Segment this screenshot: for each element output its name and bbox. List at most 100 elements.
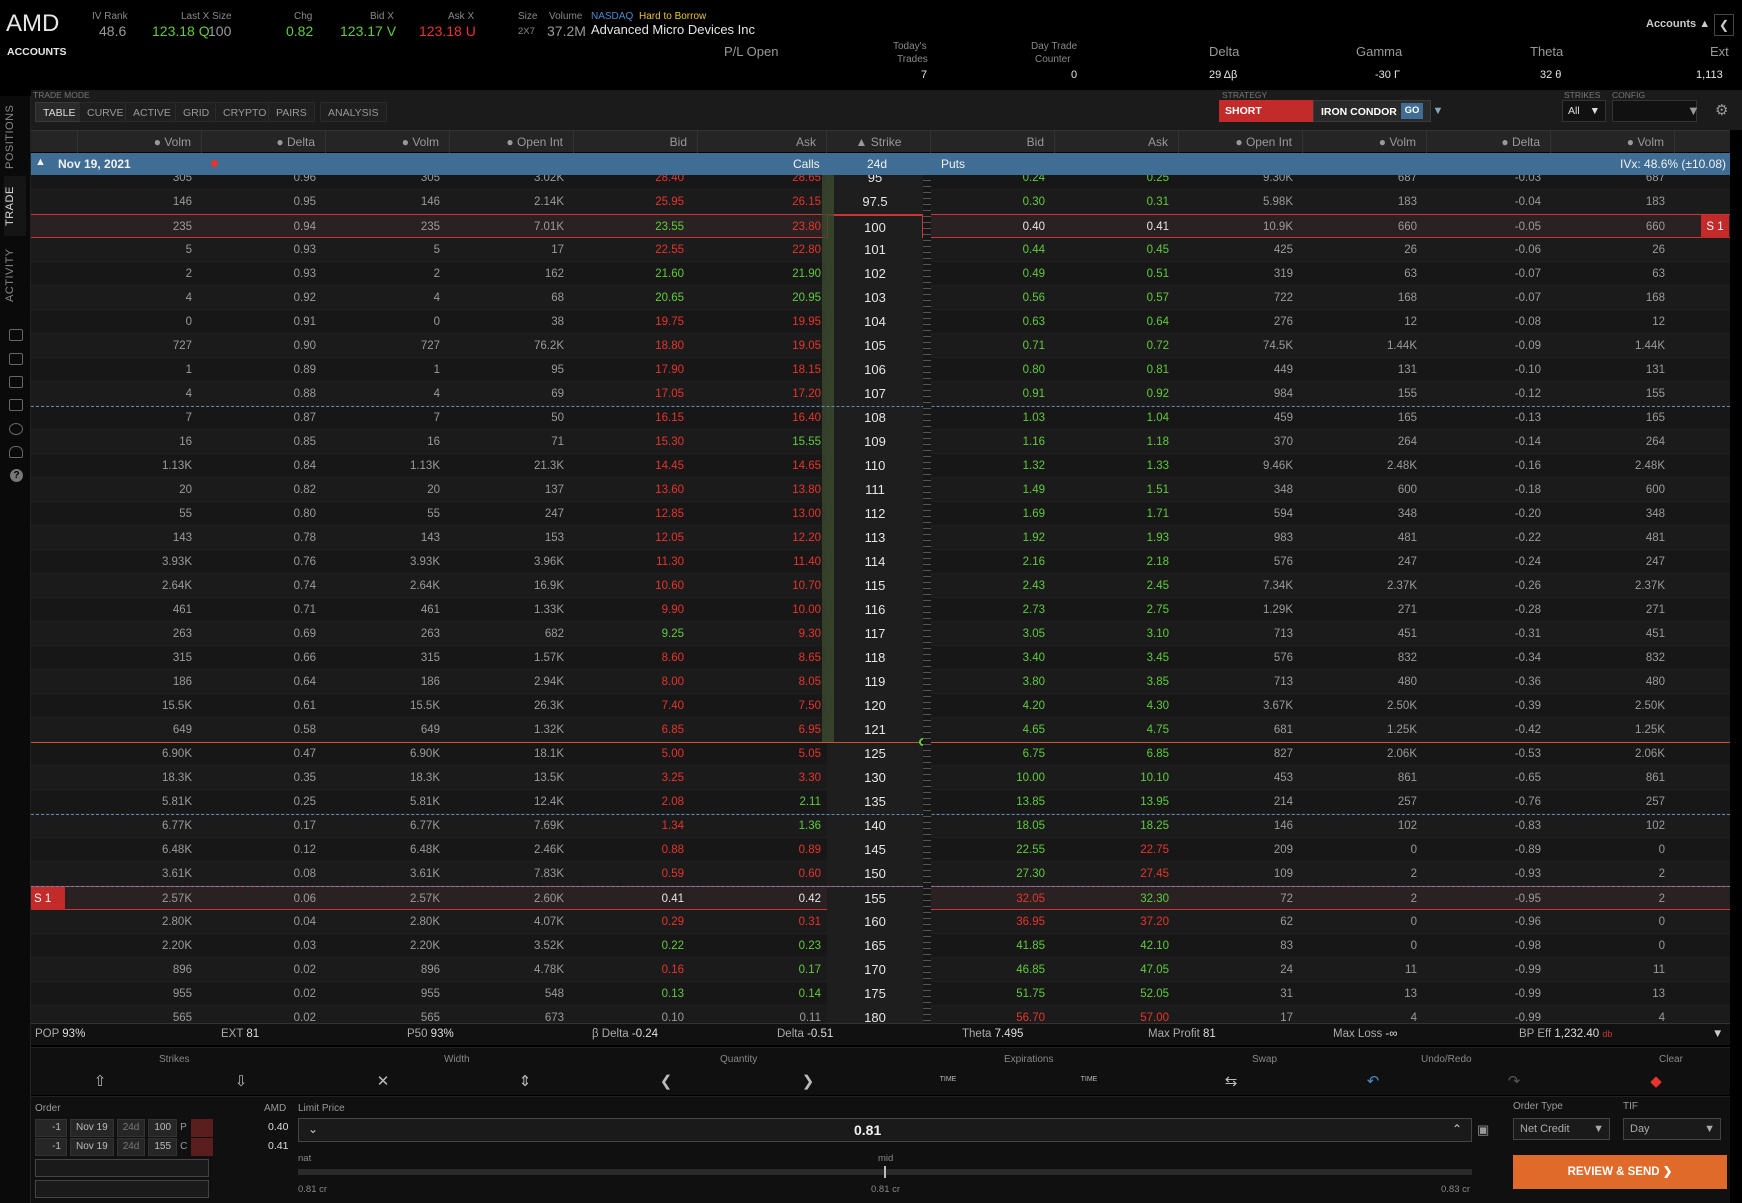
accounts-dropdown[interactable]: Accounts ▲	[1646, 18, 1710, 30]
col-put-volm-2[interactable]: ● Volm	[1551, 131, 1675, 153]
col-put-volm[interactable]: ● Volm	[1303, 131, 1427, 153]
strikes-up-icon[interactable]: ⇧	[90, 1072, 110, 1090]
col-call-ask[interactable]: Ask	[698, 131, 827, 153]
tif-select[interactable]: Day ▼	[1623, 1118, 1721, 1140]
chain-row[interactable]: 5.81K 0.25 5.81K 12.4K 2.08 2.11 135 13.85 13.95…	[31, 790, 1730, 814]
col-call-volm[interactable]: ● Volm	[78, 131, 202, 153]
side-short-button[interactable]: SHORT	[1219, 100, 1313, 122]
review-send-button[interactable]: REVIEW & SEND ❯	[1513, 1155, 1727, 1189]
chain-row[interactable]: 143 0.78 143 153 12.05 12.20 113 1.92 1.93 983 481…	[31, 526, 1730, 550]
users-icon[interactable]	[9, 446, 23, 458]
mode-pairs-button[interactable]: PAIRS	[268, 102, 315, 122]
leg-type[interactable]: C	[180, 1141, 187, 1152]
chain-row[interactable]: 649 0.58 649 1.32K 6.85 6.95 121 4.65 4.75 681 1.2…	[31, 718, 1730, 742]
grid-icon[interactable]	[9, 399, 23, 411]
order-leg-empty-1[interactable]	[35, 1159, 209, 1177]
col-call-bid[interactable]: Bid	[574, 131, 698, 153]
collapse-chevron-icon[interactable]: ▲	[35, 156, 46, 168]
width-expand-icon[interactable]: ⇕	[515, 1072, 535, 1090]
order-type-select[interactable]: Net Credit ▼	[1513, 1118, 1610, 1140]
price-up-icon[interactable]: ⌃	[1452, 1122, 1462, 1136]
eraser-icon[interactable]: ◆	[1646, 1072, 1666, 1090]
chain-row[interactable]: 235 0.94 235 7.01K 23.55 23.80 100 0.40 0.41 10.9…	[31, 214, 1730, 239]
mode-curve-button[interactable]: CURVE	[79, 102, 132, 122]
selected-leg-tag[interactable]: S 1	[1701, 215, 1729, 239]
mode-analysis-button[interactable]: ANALYSIS	[320, 102, 387, 122]
expiration-earlier-icon[interactable]: TIME	[938, 1076, 958, 1083]
chain-row[interactable]: 4 0.92 4 68 20.65 20.95 103 0.56 0.57 722 168 -0.07…	[31, 286, 1730, 310]
leg-expiration[interactable]: Nov 19	[70, 1138, 114, 1156]
leg-qty[interactable]: -1	[35, 1138, 67, 1156]
chain-row[interactable]: 896 0.02 896 4.78K 0.16 0.17 170 46.85 47.05 24 11…	[31, 958, 1730, 982]
leg-type[interactable]: P	[180, 1122, 187, 1133]
chain-row[interactable]: 3.61K 0.08 3.61K 7.83K 0.59 0.60 150 27.30 27.45…	[31, 862, 1730, 886]
chain-row[interactable]: 2.20K 0.03 2.20K 3.52K 0.22 0.23 165 41.85 42.10…	[31, 934, 1730, 958]
col-strike[interactable]: ▲ Strike	[827, 131, 931, 153]
tab-trade[interactable]: TRADE	[4, 176, 26, 236]
chain-row[interactable]: 6.90K 0.47 6.90K 18.1K 5.00 5.05 125 6.75 6.85 82…	[31, 742, 1730, 766]
quantity-decrease-icon[interactable]: ❮	[656, 1072, 676, 1090]
help-icon[interactable]: ?	[10, 469, 23, 482]
expiration-row[interactable]: ▲ Nov 19, 2021 Calls 24d Puts IVx: 48.6%…	[31, 153, 1730, 175]
col-call-delta[interactable]: ● Delta	[202, 131, 326, 153]
chain-row[interactable]: 2.64K 0.74 2.64K 16.9K 10.60 10.70 115 2.43 2.45…	[31, 574, 1730, 598]
chain-row[interactable]: 6.48K 0.12 6.48K 2.46K 0.88 0.89 145 22.55 22.75…	[31, 838, 1730, 862]
strikes-select[interactable]: All ▼	[1562, 100, 1606, 122]
undo-icon[interactable]: ↶	[1363, 1072, 1383, 1090]
order-leg[interactable]: -1 Nov 19 24d 155 C	[35, 1138, 216, 1156]
folder-icon[interactable]	[9, 353, 23, 365]
col-put-delta[interactable]: ● Delta	[1427, 131, 1551, 153]
selected-leg-tag[interactable]: S 1	[31, 887, 65, 911]
expand-chevron-icon[interactable]: ▼	[1712, 1028, 1723, 1040]
chain-row[interactable]: 955 0.02 955 548 0.13 0.14 175 51.75 52.05 31 13 -0…	[31, 982, 1730, 1006]
chart-icon[interactable]	[9, 376, 23, 388]
chain-row[interactable]: 263 0.69 263 682 9.25 9.30 117 3.05 3.10 713 451 -0…	[31, 622, 1730, 646]
chain-row[interactable]: 3.93K 0.76 3.93K 3.96K 11.30 11.40 114 2.16 2.18…	[31, 550, 1730, 574]
symbol-title[interactable]: AMD	[6, 10, 59, 38]
chain-row[interactable]: 1 0.89 1 95 17.90 18.15 106 0.80 0.81 449 131 -0.10…	[31, 358, 1730, 382]
chain-row[interactable]: 565 0.02 565 673 0.10 0.11 180 56.70 57.00 17 4 -0.…	[31, 1006, 1730, 1023]
tab-positions[interactable]: POSITIONS	[4, 104, 26, 170]
chain-row[interactable]: 2 0.93 2 162 21.60 21.90 102 0.49 0.51 319 63 -0.07…	[31, 262, 1730, 286]
chain-row[interactable]: 20 0.82 20 137 13.60 13.80 111 1.49 1.51 348 600 -0…	[31, 478, 1730, 502]
mode-crypto-button[interactable]: CRYPTO	[215, 102, 275, 122]
chain-row[interactable]: 4 0.88 4 69 17.05 17.20 107 0.91 0.92 984 155 -0.12…	[31, 382, 1730, 406]
strikes-down-icon[interactable]: ⇩	[231, 1072, 251, 1090]
chain-row[interactable]: 5 0.93 5 17 22.55 22.80 101 0.44 0.45 425 26 -0.06 2…	[31, 238, 1730, 262]
order-leg[interactable]: -1 Nov 19 24d 100 P	[35, 1119, 216, 1137]
redo-icon[interactable]: ↷	[1504, 1072, 1524, 1090]
chain-row[interactable]: 186 0.64 186 2.94K 8.00 8.05 119 3.80 3.85 713 480…	[31, 670, 1730, 694]
chain-row[interactable]: 727 0.90 727 76.2K 18.80 19.05 105 0.71 0.72 74.5…	[31, 334, 1730, 358]
chain-row[interactable]: 0 0.91 0 38 19.75 19.95 104 0.63 0.64 276 12 -0.08 1…	[31, 310, 1730, 334]
clock-icon[interactable]	[9, 423, 23, 435]
width-narrow-icon[interactable]: ✕	[373, 1072, 393, 1090]
leg-qty[interactable]: -1	[35, 1119, 67, 1137]
lock-icon[interactable]: ▣	[1477, 1122, 1489, 1138]
col-put-ask[interactable]: Ask	[1055, 131, 1179, 153]
chain-row[interactable]: 18.3K 0.35 18.3K 13.5K 3.25 3.30 130 10.00 10.10…	[31, 766, 1730, 790]
order-leg-empty-2[interactable]	[35, 1180, 209, 1198]
chain-row[interactable]: 16 0.85 16 71 15.30 15.55 109 1.16 1.18 370 264 -0.…	[31, 430, 1730, 454]
list-icon[interactable]	[9, 329, 23, 341]
tab-activity[interactable]: ACTIVITY	[4, 242, 26, 308]
expiration-later-icon[interactable]: TIME	[1079, 1076, 1099, 1083]
col-call-open-int[interactable]: ● Open Int	[450, 131, 574, 153]
chain-row[interactable]: 2.57K 0.06 2.57K 2.60K 0.41 0.42 155 32.05 32.30…	[31, 886, 1730, 911]
chain-row[interactable]: 305 0.96 305 3.02K 28.40 28.65 95 0.24 0.25 9.30K…	[31, 175, 1730, 190]
chain-row[interactable]: 55 0.80 55 247 12.85 13.00 112 1.69 1.71 594 348 -0…	[31, 502, 1730, 526]
chain-row[interactable]: 1.13K 0.84 1.13K 21.3K 14.45 14.65 110 1.32 1.33…	[31, 454, 1730, 478]
filter-icon[interactable]: ▼	[1687, 103, 1700, 118]
chain-row[interactable]: 2.80K 0.04 2.80K 4.07K 0.29 0.31 160 36.95 37.20…	[31, 910, 1730, 934]
chain-row[interactable]: 6.77K 0.17 6.77K 7.69K 1.34 1.36 140 18.05 18.25…	[31, 814, 1730, 838]
mode-active-button[interactable]: ACTIVE	[125, 102, 179, 122]
leg-strike[interactable]: 100	[148, 1119, 178, 1137]
mode-table-button[interactable]: TABLE	[35, 102, 84, 122]
chain-row[interactable]: 461 0.71 461 1.33K 9.90 10.00 116 2.73 2.75 1.29K…	[31, 598, 1730, 622]
col-put-open-int[interactable]: ● Open Int	[1179, 131, 1303, 153]
chain-row[interactable]: 315 0.66 315 1.57K 8.60 8.65 118 3.40 3.45 576 832…	[31, 646, 1730, 670]
gear-icon[interactable]: ⚙	[1715, 101, 1728, 119]
limit-price-field[interactable]: ⌄ 0.81 ⌃	[298, 1118, 1472, 1142]
leg-strike[interactable]: 155	[148, 1138, 178, 1156]
leg-expiration[interactable]: Nov 19	[70, 1119, 114, 1137]
col-call-volm-2[interactable]: ● Volm	[326, 131, 450, 153]
